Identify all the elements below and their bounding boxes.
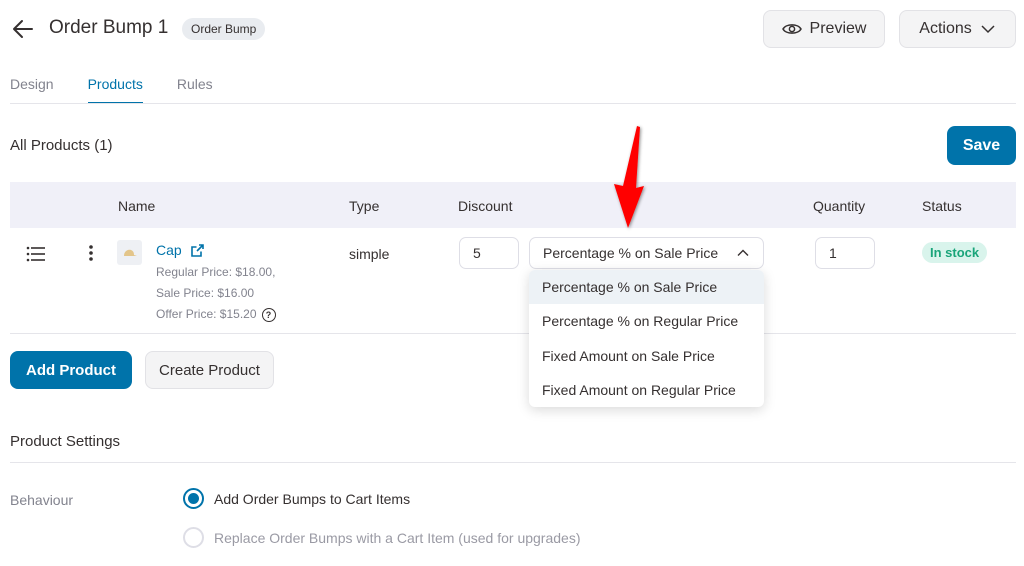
page-title: Order Bump 1 bbox=[49, 17, 169, 38]
drag-handle-icon[interactable] bbox=[26, 246, 46, 262]
external-link-icon[interactable] bbox=[190, 243, 205, 258]
discount-type-value: Percentage % on Sale Price bbox=[543, 245, 719, 261]
status-badge: In stock bbox=[922, 242, 988, 263]
save-button[interactable]: Save bbox=[947, 126, 1016, 165]
column-header-type: Type bbox=[349, 198, 380, 214]
regular-price: Regular Price: $18.00, bbox=[156, 265, 276, 279]
offer-price-line: Offer Price: $15.20? bbox=[156, 307, 276, 322]
type-badge: Order Bump bbox=[182, 18, 266, 40]
column-header-quantity: Quantity bbox=[813, 198, 866, 214]
product-settings-title: Product Settings bbox=[10, 433, 121, 450]
cap-image-icon bbox=[123, 249, 137, 256]
preview-label: Preview bbox=[809, 20, 867, 37]
sale-price: Sale Price: $16.00 bbox=[156, 286, 255, 300]
quantity-input[interactable]: 1 bbox=[815, 237, 875, 269]
eye-icon bbox=[781, 24, 802, 34]
dropdown-option[interactable]: Percentage % on Sale Price bbox=[529, 270, 764, 305]
product-name: Cap bbox=[156, 242, 182, 258]
more-options-icon[interactable] bbox=[86, 244, 96, 262]
discount-value-input[interactable]: 5 bbox=[459, 237, 519, 269]
behaviour-option-add[interactable]: Add Order Bumps to Cart Items bbox=[183, 488, 410, 509]
dropdown-option[interactable]: Fixed Amount on Sale Price bbox=[529, 339, 764, 373]
tab-design[interactable]: Design bbox=[10, 76, 54, 104]
column-header-status: Status bbox=[922, 198, 962, 214]
product-thumbnail bbox=[117, 240, 142, 265]
behaviour-option-replace-label: Replace Order Bumps with a Cart Item (us… bbox=[214, 529, 581, 546]
annotation-arrow-icon bbox=[614, 126, 644, 228]
tab-products[interactable]: Products bbox=[87, 76, 143, 104]
discount-type-dropdown: Percentage % on Sale Price Percentage % … bbox=[529, 270, 764, 407]
tabs-divider bbox=[10, 103, 1016, 104]
preview-button[interactable]: Preview bbox=[763, 10, 885, 48]
add-product-button[interactable]: Add Product bbox=[10, 351, 132, 389]
dropdown-option[interactable]: Percentage % on Regular Price bbox=[529, 304, 764, 338]
behaviour-option-add-label: Add Order Bumps to Cart Items bbox=[214, 490, 411, 507]
radio-unchecked-icon[interactable] bbox=[183, 527, 204, 548]
column-header-name: Name bbox=[118, 198, 156, 214]
row-divider bbox=[10, 333, 1016, 334]
chevron-down-icon bbox=[981, 25, 995, 34]
behaviour-label: Behaviour bbox=[10, 492, 74, 508]
discount-type-select[interactable]: Percentage % on Sale Price bbox=[529, 237, 764, 269]
settings-divider bbox=[10, 462, 1016, 463]
radio-checked-icon[interactable] bbox=[183, 488, 204, 509]
back-arrow-icon[interactable] bbox=[10, 16, 36, 42]
behaviour-option-replace[interactable]: Replace Order Bumps with a Cart Item (us… bbox=[183, 527, 581, 548]
product-name-link[interactable]: Cap bbox=[156, 242, 205, 258]
actions-label: Actions bbox=[919, 20, 972, 37]
column-header-discount: Discount bbox=[458, 198, 513, 214]
help-icon[interactable]: ? bbox=[261, 307, 276, 322]
dropdown-option[interactable]: Fixed Amount on Regular Price bbox=[529, 373, 764, 407]
actions-button[interactable]: Actions bbox=[899, 10, 1016, 48]
offer-price: Offer Price: $15.20 bbox=[156, 307, 257, 321]
create-product-button[interactable]: Create Product bbox=[145, 351, 274, 389]
products-section-title: All Products (1) bbox=[10, 137, 113, 154]
tab-rules[interactable]: Rules bbox=[177, 76, 213, 104]
chevron-up-icon bbox=[737, 249, 749, 256]
tab-bar: Design Products Rules bbox=[10, 76, 213, 104]
product-type: simple bbox=[349, 246, 390, 262]
